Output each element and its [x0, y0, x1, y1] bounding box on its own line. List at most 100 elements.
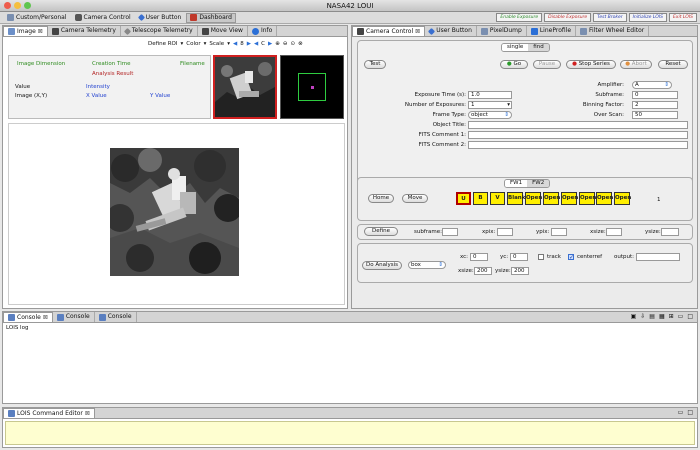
- close-window-icon[interactable]: [4, 2, 11, 9]
- minimize-icon[interactable]: ▭: [678, 313, 684, 320]
- chevron-down-icon[interactable]: ⇕: [438, 262, 443, 269]
- tab-info[interactable]: Info: [248, 26, 278, 36]
- object-title-field[interactable]: [468, 121, 688, 129]
- filter-slot[interactable]: Open: [543, 192, 560, 205]
- tab-fw2[interactable]: FW2: [527, 180, 550, 187]
- main-image[interactable]: [110, 148, 239, 276]
- arrow-right-icon[interactable]: ▶: [247, 41, 251, 47]
- define-subframe-field[interactable]: [442, 228, 458, 236]
- tab-console-2[interactable]: Console: [53, 312, 95, 322]
- do-analysis-button[interactable]: Do Analysis: [362, 261, 402, 270]
- tab-image[interactable]: Image ⊠: [3, 26, 48, 36]
- tab-pixeldump[interactable]: PixelDump: [477, 26, 527, 36]
- tab-command-editor[interactable]: LOIS Command Editor ⊠: [3, 408, 95, 418]
- tab-single[interactable]: single: [502, 44, 529, 51]
- frame-type-select[interactable]: object ⇕: [468, 111, 512, 119]
- toolbar-camera-control[interactable]: Camera Control: [72, 13, 134, 23]
- pause-button[interactable]: Pause: [533, 60, 561, 69]
- close-tab-icon[interactable]: ⊠: [38, 27, 43, 37]
- amplifier-select[interactable]: A ⇕: [632, 81, 672, 89]
- filter-slot[interactable]: B: [473, 192, 488, 205]
- filter-slot[interactable]: U: [456, 192, 471, 205]
- image-viewport[interactable]: [8, 123, 345, 305]
- pin-console-icon[interactable]: ▤: [649, 313, 655, 320]
- tab-console-3[interactable]: Console: [95, 312, 137, 322]
- stop-series-button[interactable]: ● Stop Series: [566, 60, 616, 69]
- arrow-left-icon[interactable]: ◀: [233, 41, 237, 47]
- tab-user-button[interactable]: User Button: [425, 26, 477, 36]
- tab-camera-control[interactable]: Camera Control ⊠: [352, 26, 426, 37]
- define-roi-menu[interactable]: Define ROI: [148, 41, 177, 47]
- ypix-field[interactable]: [551, 228, 567, 236]
- zoom-out-icon[interactable]: ⊖: [283, 41, 288, 47]
- toolbar-user-button[interactable]: User Button: [136, 13, 185, 23]
- yc-field[interactable]: 0: [510, 253, 528, 261]
- zoom-fit-icon[interactable]: ⊙: [290, 41, 295, 47]
- go-button[interactable]: ● Go: [500, 60, 528, 69]
- scale-menu[interactable]: Scale: [209, 41, 224, 47]
- toolbar-dashboard[interactable]: Dashboard: [186, 12, 236, 23]
- filter-slot[interactable]: Open: [561, 192, 578, 205]
- image-thumbnail[interactable]: [213, 55, 277, 119]
- finder-view[interactable]: [280, 55, 344, 119]
- initialize-lois-button[interactable]: Initialize LOIS: [628, 13, 667, 22]
- filter-slot[interactable]: Open: [596, 192, 613, 205]
- chevron-down-icon[interactable]: ⇕: [664, 82, 669, 89]
- clear-console-icon[interactable]: ▣: [631, 313, 637, 320]
- abort-button[interactable]: ● Abort: [620, 60, 652, 69]
- test-button[interactable]: Test: [364, 60, 386, 69]
- enable-exposure-button[interactable]: Enable Exposure: [496, 13, 543, 22]
- scroll-lock-icon[interactable]: ⇩: [640, 313, 645, 320]
- chevron-down-icon[interactable]: ⇕: [504, 112, 509, 119]
- filter-slot[interactable]: Open: [614, 192, 631, 205]
- exit-lois-button[interactable]: Exit LOIS: [668, 13, 697, 22]
- close-tab-icon[interactable]: ⊠: [415, 27, 420, 37]
- toolbar-custom-personal[interactable]: Custom/Personal: [4, 13, 70, 23]
- tab-move-view[interactable]: Move View: [198, 26, 248, 36]
- define-button[interactable]: Define: [364, 227, 398, 236]
- filter-slot[interactable]: Blank: [507, 192, 525, 205]
- close-tab-icon[interactable]: ⊠: [85, 409, 90, 419]
- disable-exposure-button[interactable]: Disable Exposure: [544, 13, 592, 22]
- maximize-icon[interactable]: □: [687, 313, 693, 320]
- chevron-down-icon[interactable]: ▾: [204, 41, 207, 47]
- exposure-time-field[interactable]: 1.0: [468, 91, 512, 99]
- tab-console-1[interactable]: Console ⊠: [3, 312, 53, 322]
- track-checkbox[interactable]: [538, 254, 544, 260]
- new-console-icon[interactable]: ⊞: [669, 313, 674, 320]
- over-scan-field[interactable]: 50: [632, 111, 678, 119]
- chevron-down-icon[interactable]: ▾: [227, 41, 230, 47]
- tab-camera-telemetry[interactable]: Camera Telemetry: [48, 26, 121, 36]
- binning-factor-field[interactable]: 2: [632, 101, 678, 109]
- home-button[interactable]: Home: [368, 194, 394, 203]
- zoom-window-icon[interactable]: [24, 2, 31, 9]
- filter-slot[interactable]: Open: [579, 192, 596, 205]
- zoom-reset-icon[interactable]: ⊗: [298, 41, 303, 47]
- tab-lineprofile[interactable]: LineProfile: [527, 26, 577, 36]
- xsize-field[interactable]: [606, 228, 622, 236]
- command-input[interactable]: [5, 421, 695, 445]
- arrow-left-icon[interactable]: ◀: [254, 41, 258, 47]
- analysis-xsize-field[interactable]: 200: [474, 267, 492, 275]
- maximize-icon[interactable]: □: [687, 409, 693, 416]
- ysize-field[interactable]: [661, 228, 679, 236]
- chevron-down-icon[interactable]: ▾: [507, 102, 510, 109]
- output-field[interactable]: [636, 253, 680, 261]
- move-button[interactable]: Move: [402, 194, 428, 203]
- num-exposures-field[interactable]: 1 ▾: [468, 101, 512, 109]
- fits-comment-1-field[interactable]: [468, 131, 688, 139]
- analysis-ysize-field[interactable]: 200: [511, 267, 529, 275]
- minimize-window-icon[interactable]: [14, 2, 21, 9]
- display-console-icon[interactable]: ▦: [659, 313, 665, 320]
- console-output[interactable]: [3, 332, 697, 403]
- tab-telescope-telemetry[interactable]: Telescope Telemetry: [121, 26, 198, 36]
- minimize-icon[interactable]: ▭: [678, 409, 684, 416]
- close-tab-icon[interactable]: ⊠: [43, 313, 48, 323]
- zoom-in-icon[interactable]: ⊕: [275, 41, 280, 47]
- chevron-down-icon[interactable]: ▾: [180, 41, 183, 47]
- color-menu[interactable]: Color: [186, 41, 200, 47]
- reset-button[interactable]: Reset: [658, 60, 688, 69]
- analysis-method-select[interactable]: box ⇕: [408, 261, 446, 269]
- filter-slot[interactable]: Open: [525, 192, 542, 205]
- tab-find[interactable]: find: [528, 44, 549, 51]
